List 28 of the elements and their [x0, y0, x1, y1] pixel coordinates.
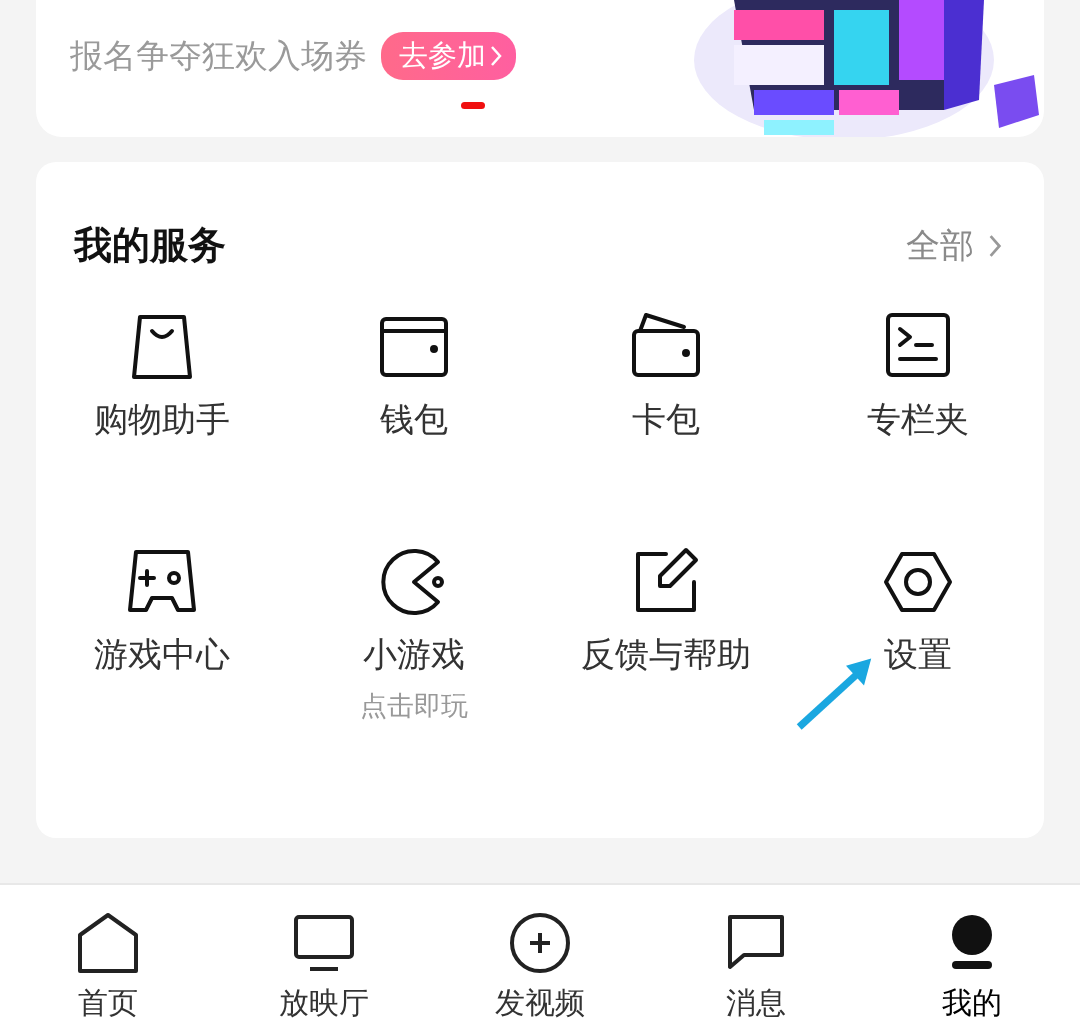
chevron-icon: [490, 45, 502, 67]
service-subtitle: 点击即玩: [360, 689, 468, 723]
service-label: 游戏中心: [94, 633, 230, 676]
service-label: 购物助手: [94, 398, 230, 441]
nav-tab[interactable]: 我的: [892, 911, 1052, 1028]
nav-tab[interactable]: 消息: [676, 911, 836, 1028]
service-item[interactable]: 游戏中心: [36, 546, 288, 739]
service-item[interactable]: 钱包: [288, 311, 540, 504]
plus-circle-icon: [508, 911, 572, 975]
service-item[interactable]: 卡包: [540, 311, 792, 504]
service-item[interactable]: 专栏夹: [792, 311, 1044, 504]
section-title: 我的服务: [74, 222, 226, 269]
service-label: 反馈与帮助: [581, 633, 751, 676]
service-label: 钱包: [380, 398, 448, 441]
service-item[interactable]: 小游戏 点击即玩: [288, 546, 540, 739]
service-label: 小游戏: [363, 633, 465, 676]
nav-tab[interactable]: 首页: [28, 911, 188, 1028]
service-label: 专栏夹: [867, 398, 969, 441]
banner-subtitle: 报名争夺狂欢入场券: [70, 34, 367, 77]
service-label: 卡包: [632, 398, 700, 441]
nav-tab[interactable]: 发视频: [460, 911, 620, 1028]
chevron-icon: [988, 233, 1002, 258]
service-item[interactable]: 购物助手: [36, 311, 288, 504]
service-item[interactable]: 反馈与帮助: [540, 546, 792, 739]
nav-tab[interactable]: 放映厅: [244, 911, 404, 1028]
service-label: 设置: [884, 633, 952, 676]
home-icon: [76, 911, 140, 975]
service-item[interactable]: 设置: [792, 546, 1044, 739]
